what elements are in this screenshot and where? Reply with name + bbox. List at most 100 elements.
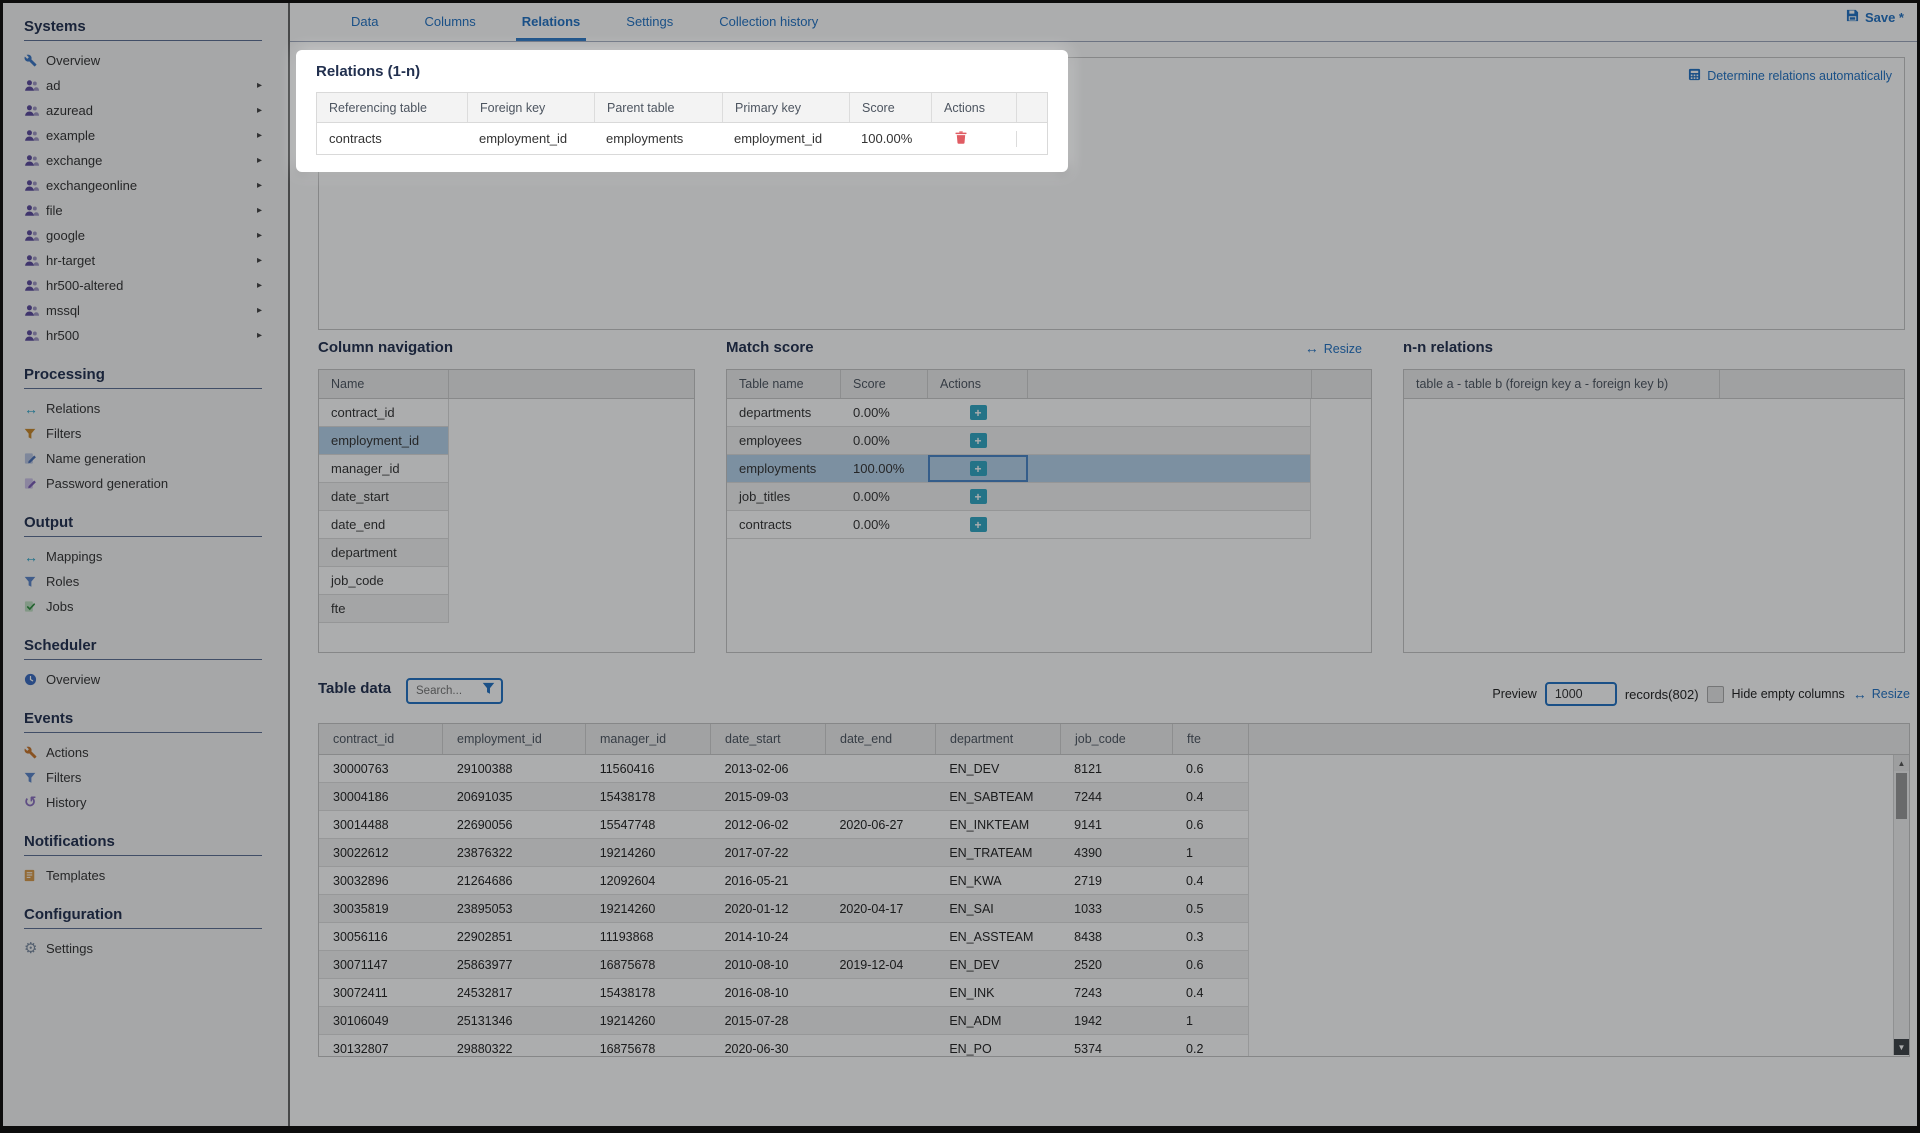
sidebar-item-azuread[interactable]: azuread ▸	[24, 98, 262, 123]
sidebar-item-hr-target[interactable]: hr-target ▸	[24, 248, 262, 273]
scrollbar-thumb[interactable]	[1896, 773, 1907, 819]
filter-funnel-icon[interactable]	[482, 682, 495, 700]
delete-relation-button[interactable]	[931, 131, 1017, 147]
determine-relations-button[interactable]: Determine relations automatically	[1688, 68, 1892, 84]
match-score-row-employments[interactable]: employments 100.00% +	[727, 455, 1311, 483]
sidebar-item-relations[interactable]: ↔ Relations	[24, 396, 262, 421]
column-nav-row-date-end[interactable]: date_end	[319, 511, 449, 539]
sidebar-section-title: Events	[24, 710, 262, 733]
sidebar-item-google[interactable]: google ▸	[24, 223, 262, 248]
sidebar-item-settings[interactable]: ⚙ Settings	[24, 936, 262, 961]
contract-id-cell: 30132807	[319, 1042, 443, 1056]
table-row[interactable]: 30022612 23876322 19214260 2017-07-22 EN…	[319, 839, 1249, 867]
column-header: manager_id	[586, 724, 711, 754]
table-row[interactable]: 30132807 29880322 16875678 2020-06-30 EN…	[319, 1035, 1249, 1056]
add-relation-button[interactable]: +	[970, 517, 987, 532]
match-score-row-employees[interactable]: employees 0.00% +	[727, 427, 1311, 455]
employment-id-cell: 21264686	[443, 874, 586, 888]
employment-id-cell: 20691035	[443, 790, 586, 804]
column-nav-row-job-code[interactable]: job_code	[319, 567, 449, 595]
resize-table-data-button[interactable]: ↔ Resize	[1853, 687, 1910, 702]
tab-settings[interactable]: Settings	[620, 14, 679, 41]
department-cell: EN_INK	[935, 986, 1060, 1000]
sidebar-item-hr500[interactable]: hr500 ▸	[24, 323, 262, 348]
column-header: Primary key	[722, 93, 849, 122]
tab-data[interactable]: Data	[345, 14, 384, 41]
sidebar-item-password-generation[interactable]: Password generation	[24, 471, 262, 496]
add-relation-button[interactable]: +	[970, 405, 987, 420]
add-relation-button[interactable]: +	[970, 433, 987, 448]
sidebar-item-overview[interactable]: Overview ▸	[24, 48, 262, 73]
column-nav-row-manager-id[interactable]: manager_id	[319, 455, 449, 483]
vertical-scrollbar[interactable]: ▲ ▼	[1893, 755, 1909, 1055]
resize-match-score-button[interactable]: ↔ Resize	[1305, 341, 1362, 356]
sidebar-item-hr500-altered[interactable]: hr500-altered ▸	[24, 273, 262, 298]
score-cell: 0.00%	[841, 405, 928, 420]
department-cell: EN_DEV	[935, 762, 1060, 776]
table-row[interactable]: 30014488 22690056 15547748 2012-06-02 20…	[319, 811, 1249, 839]
sidebar-item-jobs[interactable]: Jobs	[24, 594, 262, 619]
column-navigation-panel: Column navigation Name contract_id emplo…	[318, 339, 695, 653]
table-row[interactable]: 30004186 20691035 15438178 2015-09-03 EN…	[319, 783, 1249, 811]
sidebar-item-name-generation[interactable]: Name generation	[24, 446, 262, 471]
department-cell: EN_ADM	[935, 1014, 1060, 1028]
sidebar-item-actions[interactable]: Actions	[24, 740, 262, 765]
sidebar-item-mappings[interactable]: ↔ Mappings	[24, 544, 262, 569]
column-nav-row-fte[interactable]: fte	[319, 595, 449, 623]
sidebar-item-file[interactable]: file ▸	[24, 198, 262, 223]
fte-cell: 0.4	[1172, 874, 1248, 888]
relations-table: Referencing tableForeign keyParent table…	[316, 92, 1048, 155]
column-nav-row-date-start[interactable]: date_start	[319, 483, 449, 511]
sidebar-item-exchangeonline[interactable]: exchangeonline ▸	[24, 173, 262, 198]
manager-id-cell: 15547748	[586, 818, 711, 832]
date-start-cell: 2015-07-28	[711, 1014, 826, 1028]
date-start-cell: 2016-05-21	[711, 874, 826, 888]
tab-collection-history[interactable]: Collection history	[713, 14, 824, 41]
column-nav-row-department[interactable]: department	[319, 539, 449, 567]
table-row[interactable]: 30056116 22902851 11193868 2014-10-24 EN…	[319, 923, 1249, 951]
sidebar-item-filters[interactable]: Filters	[24, 421, 262, 446]
relation-row[interactable]: contracts employment_id employments empl…	[317, 123, 1047, 154]
manager-id-cell: 16875678	[586, 1042, 711, 1056]
sidebar-item-example[interactable]: example ▸	[24, 123, 262, 148]
sidebar-item-list: ↔ Relations Filters Name generation	[24, 396, 262, 496]
sidebar-item-label: ad	[46, 78, 60, 93]
match-score-row-contracts[interactable]: contracts 0.00% +	[727, 511, 1311, 539]
job-code-cell: 1033	[1060, 902, 1172, 916]
table-row[interactable]: 30072411 24532817 15438178 2016-08-10 EN…	[319, 979, 1249, 1007]
match-score-row-departments[interactable]: departments 0.00% +	[727, 399, 1311, 427]
sidebar-item-roles[interactable]: Roles	[24, 569, 262, 594]
sidebar-item-templates[interactable]: Templates	[24, 863, 262, 888]
tab-relations[interactable]: Relations	[516, 14, 587, 41]
table-row[interactable]: 30000763 29100388 11560416 2013-02-06 EN…	[319, 755, 1249, 783]
sidebar-item-filters[interactable]: Filters	[24, 765, 262, 790]
sidebar-item-label: Overview	[46, 53, 100, 68]
sidebar-item-history[interactable]: ↺ History	[24, 790, 262, 815]
sidebar-item-exchange[interactable]: exchange ▸	[24, 148, 262, 173]
match-score-row-job-titles[interactable]: job_titles 0.00% +	[727, 483, 1311, 511]
tab-columns[interactable]: Columns	[418, 14, 481, 41]
date-start-cell: 2016-08-10	[711, 986, 826, 1000]
table-row[interactable]: 30106049 25131346 19214260 2015-07-28 EN…	[319, 1007, 1249, 1035]
scroll-up-icon[interactable]: ▲	[1894, 755, 1909, 771]
column-nav-row-contract-id[interactable]: contract_id	[319, 399, 449, 427]
hide-empty-columns-checkbox[interactable]	[1707, 686, 1724, 703]
table-row[interactable]: 30032896 21264686 12092604 2016-05-21 EN…	[319, 867, 1249, 895]
table-row[interactable]: 30071147 25863977 16875678 2010-08-10 20…	[319, 951, 1249, 979]
sidebar-item-overview[interactable]: Overview	[24, 667, 262, 692]
contract-id-cell: 30022612	[319, 846, 443, 860]
table-name-cell: contracts	[727, 517, 841, 532]
department-cell: EN_KWA	[935, 874, 1060, 888]
save-button[interactable]: Save *	[1846, 9, 1904, 25]
search-input[interactable]	[414, 684, 482, 698]
relations-table-header: Referencing tableForeign keyParent table…	[317, 93, 1047, 123]
column-nav-row-employment-id[interactable]: employment_id	[319, 427, 449, 455]
add-relation-button[interactable]: +	[970, 461, 987, 476]
table-row[interactable]: 30035819 23895053 19214260 2020-01-12 20…	[319, 895, 1249, 923]
scroll-down-icon[interactable]: ▼	[1894, 1039, 1909, 1055]
sidebar-item-ad[interactable]: ad ▸	[24, 73, 262, 98]
preview-count-input[interactable]	[1545, 682, 1617, 706]
add-relation-button[interactable]: +	[970, 489, 987, 504]
sidebar-item-mssql[interactable]: mssql ▸	[24, 298, 262, 323]
match-score-header: Table nameScoreActions	[727, 370, 1371, 399]
